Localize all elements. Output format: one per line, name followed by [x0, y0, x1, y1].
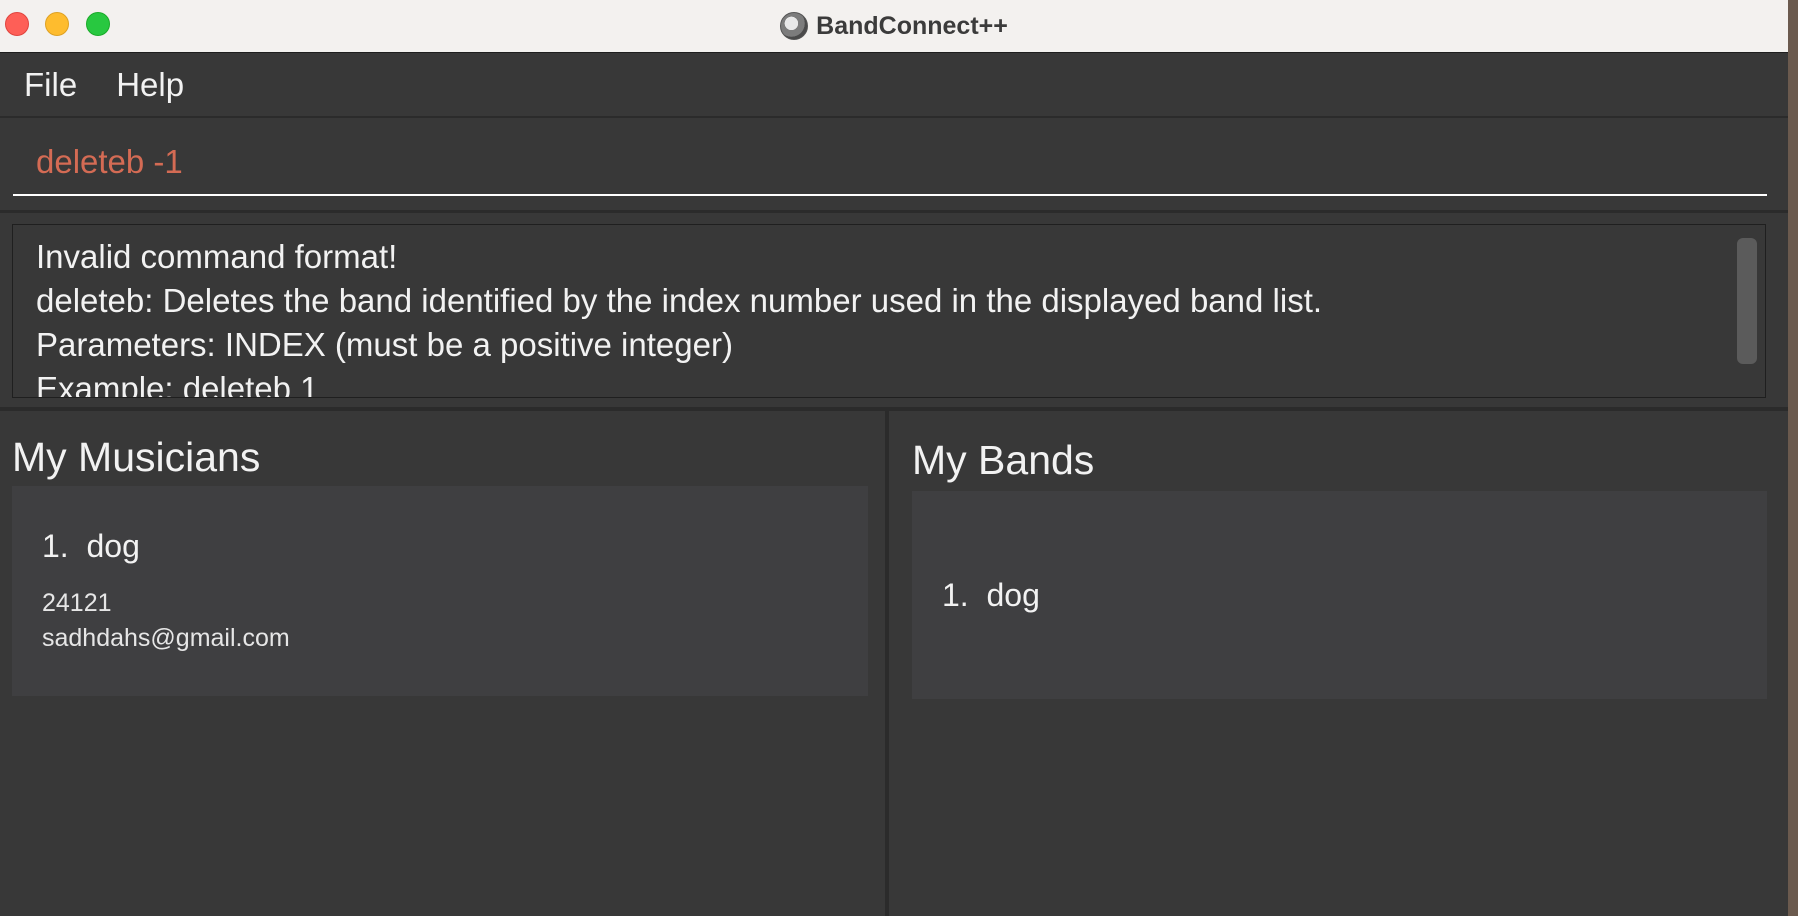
result-display: Invalid command format! deleteb: Deletes…	[12, 224, 1766, 398]
result-line: Parameters: INDEX (must be a positive in…	[36, 326, 733, 363]
musician-name: 1. dog	[42, 528, 140, 565]
minimize-icon[interactable]	[45, 12, 69, 36]
window-title: BandConnect++	[816, 11, 1008, 40]
maximize-icon[interactable]	[86, 12, 110, 36]
app-icon	[780, 12, 809, 40]
result-line: deleteb: Deletes the band identified by …	[36, 282, 1323, 319]
menu-bar: File Help	[0, 53, 1788, 118]
horizontal-divider	[0, 407, 1788, 411]
band-name: 1. dog	[942, 577, 1040, 614]
musician-name-text: dog	[86, 528, 140, 564]
title-bar: BandConnect++	[0, 0, 1788, 53]
musician-phone: 24121	[42, 589, 112, 617]
close-icon[interactable]	[5, 12, 29, 36]
musicians-panel-title: My Musicians	[12, 434, 261, 480]
app-window: BandConnect++ File Help Invalid command …	[0, 0, 1788, 916]
menu-help[interactable]: Help	[77, 66, 184, 104]
result-line: Invalid command format!	[36, 238, 398, 275]
result-scrollbar[interactable]	[1737, 238, 1757, 364]
window-title-group: BandConnect++	[780, 12, 1008, 41]
result-line: Example: deleteb 1	[36, 370, 319, 398]
band-name-text: dog	[986, 577, 1040, 613]
panel-splitter[interactable]	[885, 411, 889, 916]
musician-email: sadhdahs@gmail.com	[42, 624, 290, 652]
musician-index: 1.	[42, 528, 69, 564]
menu-file[interactable]: File	[0, 66, 77, 104]
command-box	[0, 118, 1788, 213]
command-input[interactable]	[13, 130, 1767, 196]
musician-card[interactable]: 1. dog 24121 sadhdahs@gmail.com	[12, 486, 868, 696]
result-text: Invalid command format! deleteb: Deletes…	[13, 225, 1765, 398]
band-card[interactable]: 1. dog	[912, 491, 1767, 699]
band-index: 1.	[942, 577, 969, 613]
bands-panel-title: My Bands	[912, 437, 1095, 483]
